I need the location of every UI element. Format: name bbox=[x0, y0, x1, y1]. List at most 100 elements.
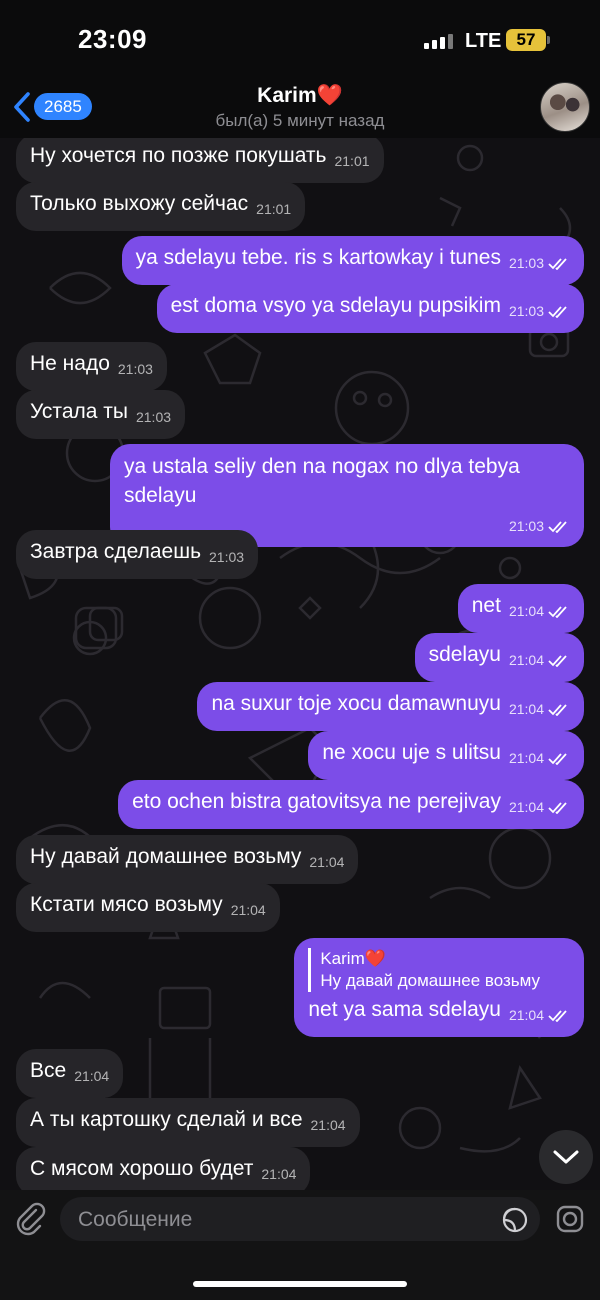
message-list[interactable]: Ну хочется по позже покушать 21:01 Только… bbox=[0, 138, 600, 1190]
reply-quote[interactable]: Karim❤️ Ну давай домашнее возьму bbox=[308, 948, 570, 992]
message-text: Устала ты bbox=[30, 400, 128, 423]
message-bubble[interactable]: А ты картошку сделай и все 21:04 bbox=[16, 1098, 360, 1147]
paperclip-icon bbox=[16, 1202, 46, 1236]
message-time: 21:03 bbox=[509, 512, 570, 541]
double-check-icon bbox=[548, 258, 567, 270]
message-time: 21:04 bbox=[74, 1068, 110, 1084]
message-text: Не надо bbox=[30, 352, 110, 375]
message-text: Все bbox=[30, 1059, 67, 1082]
message-text: Завтра сделаешь bbox=[30, 540, 202, 563]
message-text: Ну хочется по позже покушать bbox=[30, 144, 327, 167]
reply-quote-author: Karim❤️ bbox=[320, 949, 386, 968]
message-text: ne xocu uje s ulitsu bbox=[322, 741, 501, 764]
message-time: 21:04 bbox=[310, 1117, 346, 1133]
message-time: 21:03 bbox=[117, 361, 153, 377]
message-time-value: 21:03 bbox=[508, 303, 544, 319]
message-bubble[interactable]: net 21:04 bbox=[457, 584, 584, 633]
message-bubble[interactable]: Ну хочется по позже покушать 21:01 bbox=[16, 138, 384, 183]
message-text: ya ustala seliy den na nogax no dlya teb… bbox=[124, 455, 520, 507]
message-bubble[interactable]: Кстати мясо возьму 21:04 bbox=[16, 883, 280, 932]
message-time: 21:04 bbox=[509, 1001, 570, 1030]
message-time-value: 21:04 bbox=[508, 750, 544, 766]
message-text: net bbox=[471, 594, 501, 617]
message-time: 21:04 bbox=[309, 854, 345, 870]
scroll-to-bottom-button[interactable] bbox=[539, 1130, 593, 1184]
signal-icon bbox=[424, 33, 454, 49]
message-time-value: 21:04 bbox=[508, 701, 544, 717]
message-bubble[interactable]: ya sdelayu tebe. ris s kartowkay i tunes… bbox=[121, 236, 584, 285]
message-time: 21:04 bbox=[509, 744, 570, 773]
message-text: ya sdelayu tebe. ris s kartowkay i tunes bbox=[135, 246, 501, 269]
reply-message-bubble[interactable]: Karim❤️ Ну давай домашнее возьму net ya … bbox=[294, 938, 584, 1037]
avatar[interactable] bbox=[540, 82, 590, 132]
heart-emoji: ❤️ bbox=[316, 84, 343, 107]
message-text: Только выхожу сейчас bbox=[30, 192, 249, 215]
message-time: 21:04 bbox=[509, 646, 570, 675]
message-time-value: 21:03 bbox=[508, 255, 544, 271]
message-text: Ну давай домашнее возьму bbox=[30, 845, 302, 868]
chevron-down-icon bbox=[553, 1150, 579, 1164]
message-text: С мясом хорошо будет bbox=[30, 1157, 254, 1180]
camera-button[interactable] bbox=[555, 1204, 585, 1234]
message-time: 21:01 bbox=[334, 153, 370, 169]
message-time: 21:03 bbox=[135, 409, 172, 425]
status-time: 23:09 bbox=[78, 24, 147, 54]
chat-header: 2685 Karim❤️ был(а) 5 минут назад bbox=[0, 80, 600, 138]
message-bubble[interactable]: Только выхожу сейчас 21:01 bbox=[16, 182, 306, 231]
battery-icon: 57 bbox=[506, 29, 546, 51]
double-check-icon bbox=[548, 606, 567, 618]
composer-bar: Сообщение bbox=[0, 1190, 600, 1300]
message-bubble[interactable]: Устала ты 21:03 bbox=[16, 390, 186, 439]
battery-tip bbox=[547, 36, 550, 44]
message-time-value: 21:04 bbox=[508, 603, 544, 619]
message-text: na suxur toje xocu damawnuyu bbox=[211, 692, 501, 715]
message-text: net ya sama sdelayu bbox=[308, 998, 501, 1021]
network-label: LTE bbox=[465, 30, 502, 52]
message-text: sdelayu bbox=[428, 643, 501, 666]
message-input-placeholder: Сообщение bbox=[78, 1208, 193, 1231]
message-bubble[interactable]: eto ochen bistra gatovitsya ne perejivay… bbox=[118, 780, 584, 829]
message-bubble[interactable]: ne xocu uje s ulitsu 21:04 bbox=[308, 731, 584, 780]
message-text: est doma vsyo ya sdelayu pupsikim bbox=[170, 294, 501, 317]
status-bar: 23:09 LTE 57 bbox=[0, 0, 600, 80]
chat-title[interactable]: Karim❤️ bbox=[0, 84, 600, 108]
message-bubble[interactable]: Ну давай домашнее возьму 21:04 bbox=[16, 835, 359, 884]
camera-icon bbox=[556, 1205, 584, 1233]
message-text: Кстати мясо возьму bbox=[30, 893, 223, 916]
double-check-icon bbox=[548, 521, 567, 533]
double-check-icon bbox=[548, 655, 567, 667]
message-text: А ты картошку сделай и все bbox=[30, 1108, 303, 1131]
message-time: 21:04 bbox=[509, 793, 570, 822]
message-time-value: 21:04 bbox=[508, 799, 544, 815]
message-bubble[interactable]: sdelayu 21:04 bbox=[414, 633, 584, 682]
double-check-icon bbox=[548, 753, 567, 765]
message-time-value: 21:03 bbox=[508, 518, 544, 534]
message-time: 21:03 bbox=[509, 249, 570, 278]
reply-quote-text: Ну давай домашнее возьму bbox=[320, 971, 541, 990]
message-input[interactable]: Сообщение bbox=[60, 1197, 540, 1241]
message-time: 21:03 bbox=[509, 297, 570, 326]
message-time: 21:04 bbox=[509, 597, 570, 626]
message-time: 21:04 bbox=[261, 1166, 297, 1182]
message-time: 21:01 bbox=[256, 201, 292, 217]
sticker-icon[interactable] bbox=[502, 1207, 528, 1233]
double-check-icon bbox=[548, 306, 567, 318]
home-indicator bbox=[193, 1281, 407, 1287]
message-time: 21:04 bbox=[230, 902, 266, 918]
message-bubble[interactable]: Завтра сделаешь 21:03 bbox=[16, 530, 259, 579]
message-bubble[interactable]: est doma vsyo ya sdelayu pupsikim 21:03 bbox=[156, 284, 584, 333]
attach-button[interactable] bbox=[12, 1200, 48, 1236]
message-bubble[interactable]: Не надо 21:03 bbox=[16, 342, 167, 391]
double-check-icon bbox=[548, 704, 567, 716]
double-check-icon bbox=[548, 802, 567, 814]
contact-name: Karim bbox=[257, 84, 317, 107]
message-time-value: 21:04 bbox=[508, 652, 544, 668]
message-bubble[interactable]: na suxur toje xocu damawnuyu 21:04 bbox=[197, 682, 584, 731]
message-text: eto ochen bistra gatovitsya ne perejivay bbox=[132, 790, 501, 813]
message-bubble[interactable]: С мясом хорошо будет 21:04 bbox=[16, 1147, 311, 1190]
message-time-value: 21:04 bbox=[508, 1007, 544, 1023]
last-seen-status: был(а) 5 минут назад bbox=[215, 111, 385, 130]
message-bubble[interactable]: Все 21:04 bbox=[16, 1049, 124, 1098]
double-check-icon bbox=[548, 1010, 567, 1022]
message-time: 21:04 bbox=[509, 695, 570, 724]
